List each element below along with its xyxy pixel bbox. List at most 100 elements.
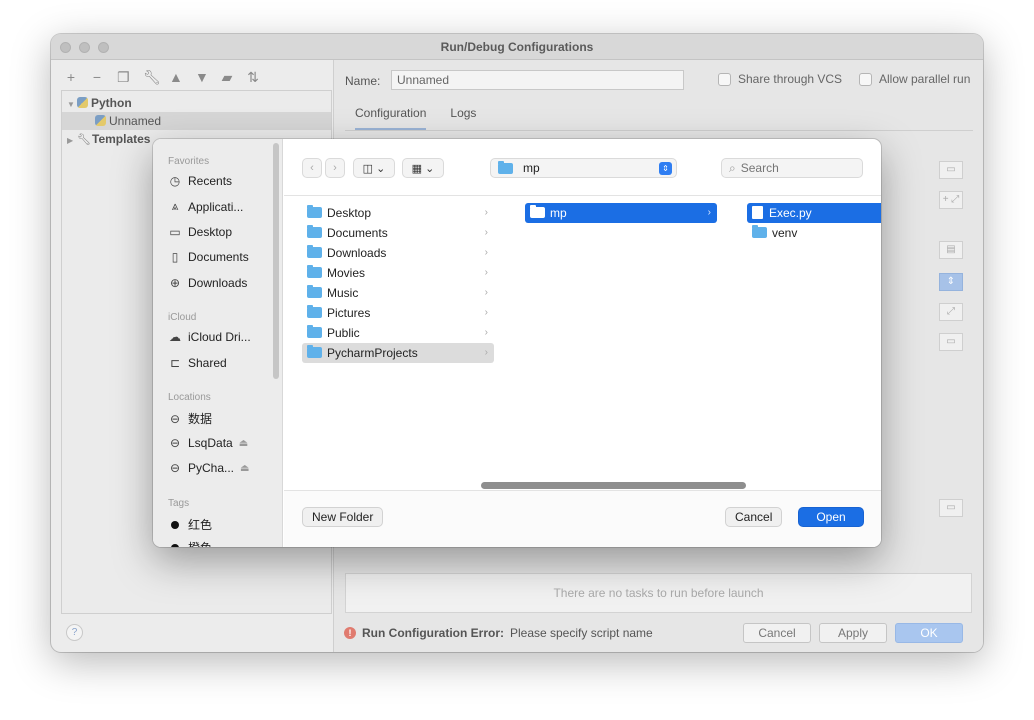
chevron-right-icon: › [484,207,488,218]
tag-dot-icon [171,543,179,547]
list-icon[interactable]: ▤ [939,241,963,259]
tree-item-python[interactable]: ▼ Python [62,94,331,112]
folder-icon [530,205,545,218]
new-folder-button[interactable]: New Folder [302,507,384,527]
browse-folder-icon[interactable]: ▭ [939,499,963,517]
back-button[interactable]: ‹ [302,158,322,178]
config-error: ! Run Configuration Error: Please specif… [344,626,653,640]
tab-configuration[interactable]: Configuration [355,106,427,130]
move-up-icon[interactable]: ▲ [169,70,183,84]
sidebar-item-desktop[interactable]: ▭ Desktop [168,225,278,239]
list-item[interactable]: Downloads › [302,243,494,263]
move-down-icon[interactable]: ▼ [195,70,209,84]
chevron-right-icon: › [484,307,488,318]
interpreter-dropdown-arrow-icon[interactable]: ⇕ [939,273,963,291]
list-item[interactable]: Exec.py [747,203,881,223]
search-field[interactable]: ⌕ [721,158,863,178]
copy-icon[interactable]: ❐ [117,70,130,84]
sidebar-item-recents[interactable]: ◷ Recents [168,174,278,188]
tab-logs[interactable]: Logs [450,106,476,130]
list-item[interactable]: Music › [302,283,494,303]
sidebar-item-pycharm-drive[interactable]: ⊖ PyCha... ⏏︎ [168,461,278,475]
error-label: Run Configuration Error: [362,626,504,640]
browse-folder-icon[interactable]: ▭ [939,333,963,351]
view-mode-button[interactable]: ◫ ⌄ [353,158,395,178]
sidebar-item-data-drive[interactable]: ⊖ 数据 [168,410,278,427]
location-popup[interactable]: mp ⇕ [490,158,677,178]
cloud-icon: ☁︎ [169,330,181,344]
folder-icon [307,345,322,358]
column-pycharmprojects: mp › [525,197,717,490]
dialog-button-bar: New Folder Cancel Open [284,490,881,547]
allow-parallel-checkbox[interactable]: Allow parallel run [859,72,970,86]
sidebar-tag-red[interactable]: 红色 [168,516,278,533]
sidebar-item-documents[interactable]: ▯ Documents [168,250,278,264]
sidebar-tag-orange[interactable]: 橙色 [168,539,278,547]
wrench-icon[interactable]: 🔧︎ [143,70,161,84]
dialog-cancel-button[interactable]: Cancel [725,507,783,527]
apply-button[interactable]: Apply [819,623,887,643]
list-item[interactable]: Public › [302,323,494,343]
list-item[interactable]: mp › [525,203,717,223]
window-buttons: Cancel Apply OK [743,623,963,643]
shared-folder-icon: ⊏ [169,356,181,370]
forward-button[interactable]: › [325,158,345,178]
eject-icon[interactable]: ⏏︎ [240,463,249,474]
python-icon [77,97,88,108]
applications-icon: ⩓ [171,199,179,213]
ok-button[interactable]: OK [895,623,963,643]
finder-browser: ‹ › ◫ ⌄ ▦ ⌄ mp ⇕ ⌕ Desktop› Documents› D… [284,139,881,547]
eject-icon[interactable]: ⏏︎ [239,438,248,449]
list-item[interactable]: Pictures › [302,303,494,323]
cancel-button[interactable]: Cancel [743,623,811,643]
sidebar-item-applications[interactable]: ⩓ Applicati... [168,199,278,214]
python-file-icon [752,206,763,219]
browse-folder-icon[interactable]: ▭ [939,161,963,179]
sort-icon[interactable]: ⇅ [247,70,259,84]
sidebar-item-shared[interactable]: ⊏ Shared [168,356,278,370]
download-icon: ⊕ [169,276,181,290]
drive-icon: ⊖ [169,461,181,475]
expand-field-icon[interactable]: ⤢ [939,303,963,321]
name-label: Name: [345,74,381,88]
help-button[interactable]: ? [66,624,83,641]
expand-field-icon[interactable]: + ⤢ [939,191,963,209]
name-field[interactable] [391,70,684,90]
sidebar-item-lsqdata[interactable]: ⊖ LsqData ⏏︎ [168,436,278,450]
sidebar-item-downloads[interactable]: ⊕ Downloads [168,276,278,290]
folder-icon [752,225,767,238]
add-icon[interactable]: + [65,70,77,84]
list-item[interactable]: venv [747,223,881,243]
collapse-arrow-icon[interactable]: ▶ [67,132,77,150]
chevron-right-icon: › [484,287,488,298]
sidebar-item-icloud-drive[interactable]: ☁︎ iCloud Dri... [168,330,278,344]
grid-icon: ▦ ⌄ [411,162,435,175]
document-icon: ▯ [171,250,179,264]
list-item[interactable]: PycharmProjects › [302,343,494,363]
open-file-dialog: Favorites ◷ Recents ⩓ Applicati... ▭ Deskto… [153,139,881,547]
horizontal-scrollbar[interactable] [481,482,746,489]
error-text: Please specify script name [509,626,653,640]
wrench-icon: 🔧︎ [77,134,91,146]
list-item[interactable]: Documents › [302,223,494,243]
folder-icon [307,285,322,298]
config-toolbar: + − ❐ 🔧︎ ▲ ▼ ▰ ⇅ [65,70,259,84]
python-config-icon [95,115,106,126]
sidebar-header-favorites: Favorites [168,156,210,167]
desktop-icon: ▭ [169,225,181,239]
open-button[interactable]: Open [798,507,864,527]
list-item[interactable]: Desktop › [302,203,494,223]
search-input[interactable] [740,161,851,175]
error-icon: ! [344,627,356,639]
tree-item-unnamed[interactable]: Unnamed [62,112,331,130]
share-vcs-checkbox[interactable]: Share through VCS [718,72,842,86]
list-item[interactable]: Movies › [302,263,494,283]
chevron-right-icon: › [484,347,488,358]
group-button[interactable]: ▦ ⌄ [402,158,444,178]
remove-icon[interactable]: − [91,70,103,84]
folder-icon [307,305,322,318]
finder-sidebar: Favorites ◷ Recents ⩓ Applicati... ▭ Deskto… [153,139,283,547]
chevron-left-icon: ‹ [310,162,314,174]
chevron-right-icon: › [484,247,488,258]
folder-move-icon[interactable]: ▰ [221,70,233,84]
